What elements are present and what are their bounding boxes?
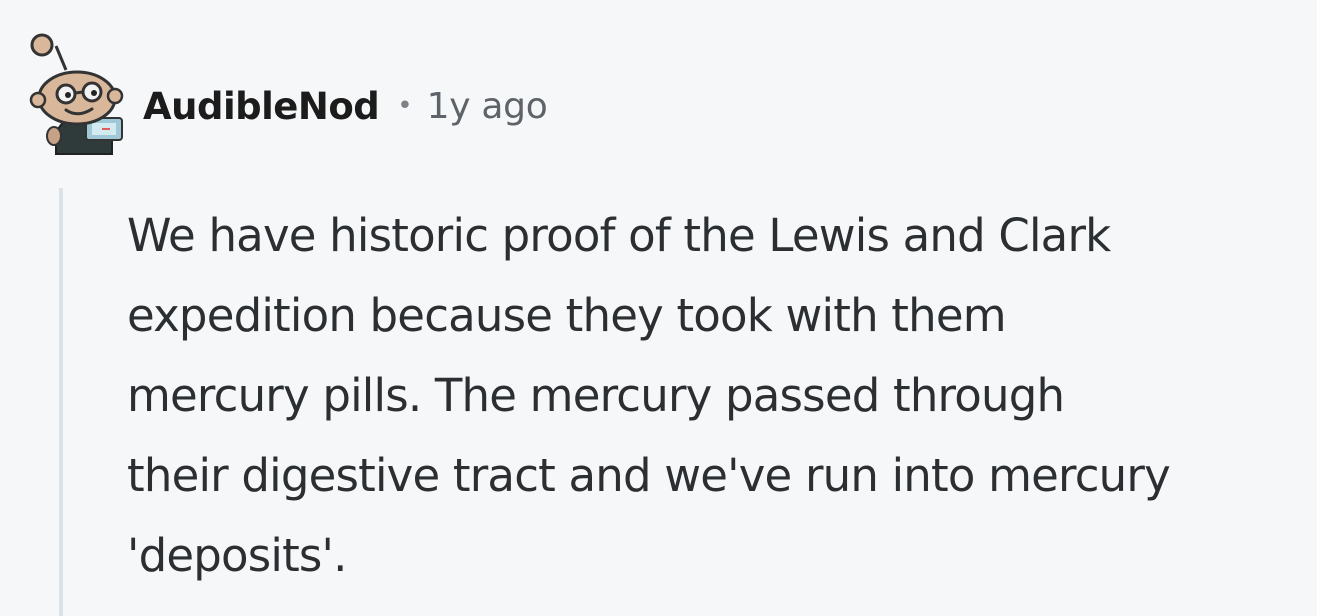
thread-collapse-line[interactable] xyxy=(59,188,63,616)
comment: AudibleNod • 1y ago We have historic pro… xyxy=(0,0,1317,616)
comment-body-line: mercury pills. The mercury passed throug… xyxy=(127,369,1065,422)
username-link[interactable]: AudibleNod xyxy=(143,85,380,128)
comment-body-line: 'deposits'. xyxy=(127,529,347,582)
comment-body-line: their digestive tract and we've run into… xyxy=(127,449,1171,502)
comment-header: AudibleNod • 1y ago xyxy=(143,78,548,134)
comment-body: We have historic proof of the Lewis and … xyxy=(127,196,1307,596)
meta-separator: • xyxy=(397,91,413,121)
comment-body-line: expedition because they took with them xyxy=(127,289,1007,342)
reddit-snoo-avatar-icon[interactable] xyxy=(22,30,140,160)
comment-body-line: We have historic proof of the Lewis and … xyxy=(127,209,1111,262)
comment-timestamp[interactable]: 1y ago xyxy=(427,86,548,127)
